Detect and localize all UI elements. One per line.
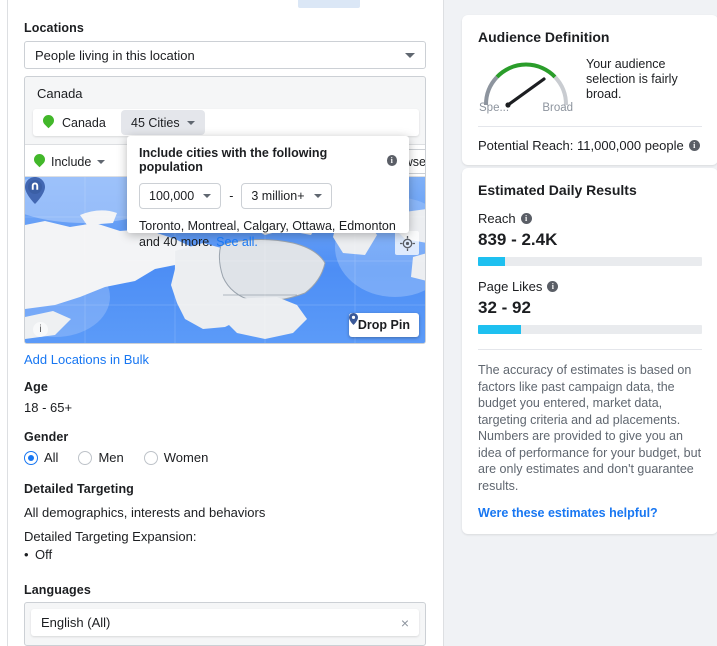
location-type-select[interactable]: People living in this location xyxy=(24,41,426,69)
languages-label: Languages xyxy=(24,583,91,597)
gender-radio-group: All Men Women xyxy=(24,450,222,465)
drop-pin-label: Drop Pin xyxy=(358,318,410,332)
estimated-results-title: Estimated Daily Results xyxy=(478,182,702,198)
add-locations-bulk-link[interactable]: Add Locations in Bulk xyxy=(24,352,149,367)
chevron-down-icon xyxy=(314,194,322,198)
top-highlight-chip xyxy=(298,0,360,8)
info-icon[interactable]: i xyxy=(689,140,700,151)
language-chip[interactable]: English (All) × xyxy=(31,609,419,636)
map-pin-icon xyxy=(34,154,45,169)
include-exclude-dropdown[interactable]: Include xyxy=(34,150,105,173)
gender-label-women: Women xyxy=(164,450,209,465)
audience-definition-title: Audience Definition xyxy=(478,29,702,45)
detailed-targeting-expansion-value: Off xyxy=(35,547,52,562)
gender-label-men: Men xyxy=(98,450,123,465)
cities-count-button[interactable]: 45 Cities xyxy=(121,110,205,135)
info-icon[interactable]: i xyxy=(547,281,558,292)
age-label: Age xyxy=(24,380,48,394)
reach-metric-label-row: Reach i xyxy=(478,211,702,226)
info-icon[interactable]: i xyxy=(521,213,532,224)
max-population-select[interactable]: 3 million+ xyxy=(241,183,331,209)
estimated-daily-results-card: Estimated Daily Results Reach i 839 - 2.… xyxy=(462,168,717,534)
min-population-select[interactable]: 100,000 xyxy=(139,183,221,209)
page-likes-progress-fill xyxy=(478,325,521,334)
ads-manager-screen: Locations People living in this location… xyxy=(0,0,717,646)
audience-gauge: Spe... Broad xyxy=(478,57,574,114)
reach-metric-value: 839 - 2.4K xyxy=(478,230,702,250)
map-pin-icon xyxy=(43,115,54,130)
reach-progress-fill xyxy=(478,257,505,266)
gender-radio-men[interactable] xyxy=(78,451,92,465)
info-icon[interactable]: i xyxy=(387,155,397,166)
detailed-targeting-expansion-label: Detailed Targeting Expansion: xyxy=(24,529,197,544)
location-name: Canada xyxy=(62,116,106,130)
page-likes-progress-bar xyxy=(478,325,702,334)
included-cities-text: Toronto, Montreal, Calgary, Ottawa, Edmo… xyxy=(139,218,397,250)
cities-names: Toronto, Montreal, Calgary, Ottawa, Edmo… xyxy=(139,219,396,249)
map-locate-icon[interactable] xyxy=(395,231,419,255)
gauge-specific-label: Spe... xyxy=(479,102,509,114)
range-separator: - xyxy=(229,189,233,203)
pin-icon xyxy=(349,313,358,325)
city-population-popup: Include cities with the following popula… xyxy=(127,136,409,233)
card-divider xyxy=(478,349,702,350)
gender-label: Gender xyxy=(24,430,68,444)
estimates-feedback-link[interactable]: Were these estimates helpful? xyxy=(478,506,702,520)
gender-radio-women[interactable] xyxy=(144,451,158,465)
close-icon[interactable]: × xyxy=(401,615,409,631)
languages-field[interactable]: English (All) × xyxy=(24,602,426,646)
estimates-panel: Audience Definition Spe... Broad xyxy=(443,0,717,646)
page-likes-metric-label-row: Page Likes i xyxy=(478,279,702,294)
age-value: 18 - 65+ xyxy=(24,400,72,415)
location-group-title: Canada xyxy=(37,86,83,101)
targeting-form-panel: Locations People living in this location… xyxy=(9,0,440,646)
popup-title-row: Include cities with the following popula… xyxy=(139,146,397,174)
card-divider xyxy=(478,126,702,127)
location-type-value: People living in this location xyxy=(35,48,195,63)
map-attribution-icon[interactable]: i xyxy=(33,322,48,337)
gender-label-all: All xyxy=(44,450,58,465)
max-population-value: 3 million+ xyxy=(251,189,304,203)
popup-title: Include cities with the following popula… xyxy=(139,146,382,174)
population-range-row: 100,000 - 3 million+ xyxy=(139,183,397,209)
location-row[interactable]: Canada xyxy=(33,109,419,136)
gender-radio-all[interactable] xyxy=(24,451,38,465)
potential-reach-row: Potential Reach: 11,000,000 people i xyxy=(478,138,702,153)
chevron-down-icon xyxy=(97,160,105,164)
drop-pin-button[interactable]: Drop Pin xyxy=(349,313,419,337)
left-rail-divider xyxy=(0,0,8,646)
reach-metric-label: Reach xyxy=(478,211,516,226)
language-chip-label: English (All) xyxy=(41,615,110,630)
audience-note: Your audience selection is fairly broad. xyxy=(586,57,702,102)
estimates-disclaimer: The accuracy of estimates is based on fa… xyxy=(478,362,702,494)
see-all-link[interactable]: See all. xyxy=(216,235,258,249)
locations-label: Locations xyxy=(24,21,84,35)
page-likes-metric-label: Page Likes xyxy=(478,279,542,294)
chevron-down-icon xyxy=(203,194,211,198)
map-marker-icon xyxy=(25,177,45,204)
min-population-value: 100,000 xyxy=(149,189,194,203)
detailed-targeting-label: Detailed Targeting xyxy=(24,482,134,496)
reach-progress-bar xyxy=(478,257,702,266)
potential-reach-text: Potential Reach: 11,000,000 people xyxy=(478,138,684,153)
cities-count-label: 45 Cities xyxy=(131,116,180,130)
audience-gauge-row: Spe... Broad Your audience selection is … xyxy=(478,57,702,114)
audience-definition-card: Audience Definition Spe... Broad xyxy=(462,15,717,165)
detailed-targeting-value: All demographics, interests and behavior… xyxy=(24,505,265,520)
page-likes-metric-value: 32 - 92 xyxy=(478,298,702,318)
gauge-broad-label: Broad xyxy=(542,102,573,114)
include-label: Include xyxy=(51,155,91,169)
chevron-down-icon xyxy=(405,53,415,58)
chevron-down-icon xyxy=(187,121,195,125)
